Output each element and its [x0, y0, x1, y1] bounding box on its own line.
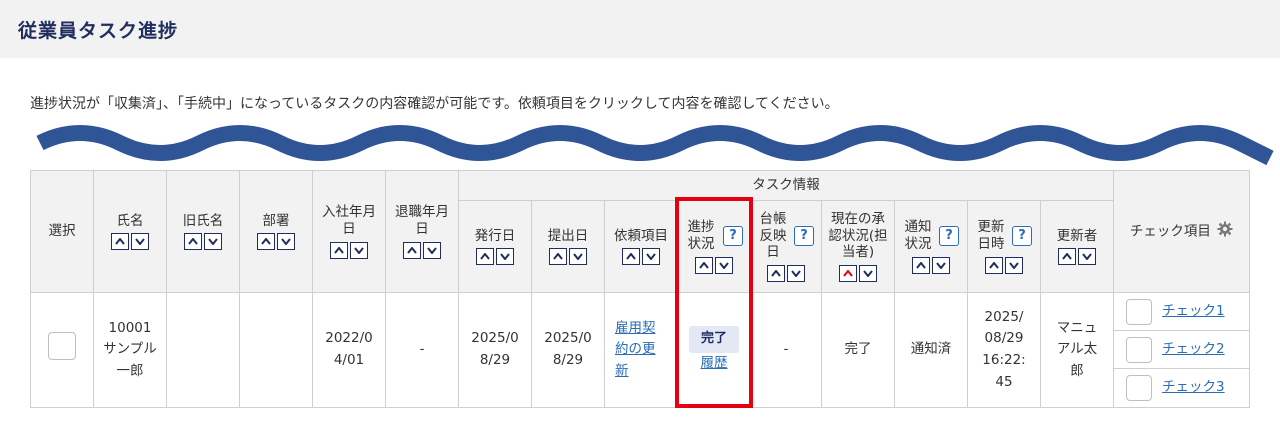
col-old-name: 旧氏名 [166, 170, 240, 293]
help-icon[interactable]: ? [794, 226, 814, 246]
check-item-checkbox[interactable] [1126, 298, 1152, 325]
sort-desc-icon[interactable] [642, 248, 660, 266]
help-icon[interactable]: ? [939, 226, 959, 246]
col-group-task-info: タスク情報 [458, 170, 1114, 201]
sort-asc-icon[interactable] [549, 248, 567, 266]
col-notify-status: 通知状況 ? [894, 200, 968, 293]
cell-old-name [166, 292, 240, 408]
sort-asc-icon[interactable] [839, 265, 857, 283]
sort-asc-icon[interactable] [403, 241, 421, 259]
cell-approval-status: 完了 [821, 292, 895, 408]
cell-retire-date: - [385, 292, 459, 408]
check-item-checkbox[interactable] [1126, 375, 1152, 401]
cell-name: 10001 サンプル 一郎 [93, 292, 167, 408]
col-select: 選択 [30, 170, 94, 293]
sort-desc-icon[interactable] [859, 265, 877, 283]
highlight-box [675, 197, 753, 408]
sort-desc-icon[interactable] [1005, 256, 1023, 274]
wave-divider [36, 125, 1274, 166]
col-retire-date: 退職年月日 [385, 170, 459, 293]
sort-desc-icon[interactable] [1078, 248, 1096, 266]
sort-asc-icon[interactable] [1058, 248, 1076, 266]
sort-controls [111, 233, 149, 251]
row-select-checkbox[interactable] [48, 332, 76, 361]
sort-desc-icon[interactable] [787, 265, 805, 283]
col-updated-at: 更新日時 ? [967, 200, 1041, 293]
col-department: 部署 [239, 170, 313, 293]
sort-asc-icon[interactable] [476, 248, 494, 266]
check-item-checkbox[interactable] [1126, 336, 1152, 363]
sort-desc-icon[interactable] [569, 248, 587, 266]
col-ledger-date: 台帳反映日 ? [750, 200, 822, 293]
sort-desc-icon[interactable] [932, 256, 950, 274]
help-icon[interactable]: ? [1012, 226, 1032, 246]
sort-asc-icon[interactable] [111, 233, 129, 251]
check-item: チェック1 [1114, 293, 1249, 331]
cell-submit-date: 2025/08/29 [531, 292, 605, 408]
col-hire-date: 入社年月日 [312, 170, 386, 293]
cell-department [239, 292, 313, 408]
cell-notify-status: 通知済 [894, 292, 968, 408]
sort-desc-icon[interactable] [131, 233, 149, 251]
sort-asc-icon[interactable] [257, 233, 275, 251]
col-submit-date: 提出日 [531, 200, 605, 293]
description-text: 進捗状況が「収集済」、「手続中」になっているタスクの内容確認が可能です。依頼項目… [30, 96, 839, 112]
sort-asc-icon[interactable] [184, 233, 202, 251]
sort-desc-icon[interactable] [496, 248, 514, 266]
request-item-link[interactable]: 雇用契約の更新 [615, 318, 661, 383]
col-issue-date: 発行日 [458, 200, 532, 293]
sort-asc-icon[interactable] [912, 256, 930, 274]
col-check-items: チェック項目 [1113, 170, 1250, 293]
sort-asc-icon[interactable] [330, 241, 348, 259]
cell-hire-date: 2022/04/01 [312, 292, 386, 408]
cell-request-item: 雇用契約の更新 [604, 292, 678, 408]
col-updated-by: 更新者 [1040, 200, 1114, 293]
sort-asc-icon[interactable] [767, 265, 785, 283]
check-item: チェック3 [1114, 369, 1249, 407]
page-title: 従業員タスク進捗 [18, 20, 179, 42]
sort-desc-icon[interactable] [204, 233, 222, 251]
sort-desc-icon[interactable] [350, 241, 368, 259]
cell-updated-at: 2025/08/29 16:22:45 [967, 292, 1041, 408]
cell-updated-by: マニュアル太郎 [1040, 292, 1114, 408]
check-item-link[interactable]: チェック3 [1162, 377, 1225, 399]
check-item-link[interactable]: チェック1 [1162, 301, 1225, 323]
sort-desc-icon[interactable] [423, 241, 441, 259]
page-header: 従業員タスク進捗 [0, 0, 1280, 58]
cell-issue-date: 2025/08/29 [458, 292, 532, 408]
task-table: 選択 氏名 旧氏名 部署 入社年月日 退職年月日 タスク情報 チェック項目 発行… [30, 170, 1250, 408]
table-row: 10001 サンプル 一郎 2022/04/01 - 2025/08/29 20… [30, 292, 1250, 408]
sort-asc-icon[interactable] [985, 256, 1003, 274]
sort-desc-icon[interactable] [277, 233, 295, 251]
cell-check-items: チェック1 チェック2 チェック3 [1113, 292, 1250, 408]
check-item: チェック2 [1114, 331, 1249, 369]
col-name: 氏名 [93, 170, 167, 293]
col-request-item: 依頼項目 [604, 200, 678, 293]
gear-icon[interactable] [1217, 221, 1233, 242]
col-approval-status: 現在の承認状況(担当者) [821, 200, 895, 293]
sort-asc-icon[interactable] [622, 248, 640, 266]
cell-ledger-date: - [750, 292, 822, 408]
check-item-link[interactable]: チェック2 [1162, 339, 1225, 361]
cell-select [30, 292, 94, 408]
